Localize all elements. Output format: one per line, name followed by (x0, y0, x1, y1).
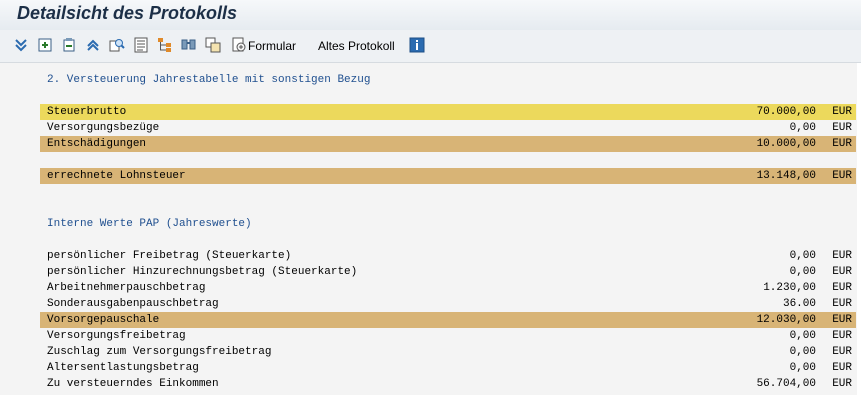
collapse-node-icon[interactable] (85, 37, 101, 53)
details-icon[interactable] (133, 37, 149, 53)
row-value: 0,00 (789, 122, 816, 134)
row-currency: EUR (832, 170, 852, 182)
row-value: 0,00 (789, 346, 816, 358)
find-next-icon[interactable] (181, 37, 197, 53)
row-currency: EUR (832, 330, 852, 342)
row-currency: EUR (832, 346, 852, 358)
row-currency: EUR (832, 362, 852, 374)
row-altersentlastungsbetrag[interactable]: Altersentlastungsbetrag 0,00 EUR (40, 360, 856, 376)
row-zu-versteuerndes-einkommen[interactable]: Zu versteuerndes Einkommen 56.704,00 EUR (40, 376, 856, 392)
formular-button[interactable]: Formular (248, 39, 296, 53)
toolbar: Formular Altes Protokoll (0, 30, 861, 63)
hierarchy-icon[interactable] (157, 37, 173, 53)
row-label: Zuschlag zum Versorgungsfreibetrag (47, 346, 272, 358)
window-title: Detailsicht des Protokolls (17, 3, 238, 23)
row-versorgungsbezuege[interactable]: Versorgungsbezüge 0,00 EUR (40, 120, 856, 136)
row-hinzurechnungsbetrag[interactable]: persönlicher Hinzurechnungsbetrag (Steue… (40, 264, 856, 280)
copy-icon[interactable] (205, 37, 221, 53)
row-label: Steuerbrutto (47, 106, 127, 118)
row-currency: EUR (832, 282, 852, 294)
collapse-all-icon[interactable] (13, 37, 29, 53)
row-vorsorgepauschale[interactable]: Vorsorgepauschale 12.030,00 EUR (40, 312, 856, 328)
row-label: Altersentlastungsbetrag (47, 362, 199, 374)
row-label: Entschädigungen (47, 138, 147, 150)
altes-protokoll-button[interactable]: Altes Protokoll (318, 39, 395, 53)
row-label: Sonderausgabenpauschbetrag (47, 298, 219, 310)
row-currency: EUR (832, 250, 852, 262)
row-steuerbrutto[interactable]: Steuerbrutto 70.000,00 EUR (40, 104, 856, 120)
row-errechnete-lohnsteuer[interactable]: errechnete Lohnsteuer 13.148,00 EUR (40, 168, 856, 184)
expand-subtree-icon[interactable] (37, 37, 53, 53)
row-value: 1.230,00 (763, 282, 816, 294)
row-currency: EUR (832, 378, 852, 390)
row-value: 0,00 (789, 250, 816, 262)
protocol-content: 2. Versteuerung Jahrestabelle mit sonsti… (0, 63, 861, 395)
row-currency: EUR (832, 314, 852, 326)
find-icon[interactable] (109, 37, 125, 53)
row-label: persönlicher Freibetrag (Steuerkarte) (47, 250, 292, 262)
section-title-pap: Interne Werte PAP (Jahreswerte) (47, 218, 252, 230)
row-currency: EUR (832, 266, 852, 278)
row-zuschlag-versorgungsfreibetrag[interactable]: Zuschlag zum Versorgungsfreibetrag 0,00 … (40, 344, 856, 360)
row-persoenlicher-freibetrag[interactable]: persönlicher Freibetrag (Steuerkarte) 0,… (40, 248, 856, 264)
row-value: 56.704,00 (756, 378, 816, 390)
row-currency: EUR (832, 298, 852, 310)
row-currency: EUR (832, 122, 852, 134)
row-value: 10.000,00 (756, 138, 816, 150)
row-label: Versorgungsbezüge (47, 122, 160, 134)
row-currency: EUR (832, 106, 852, 118)
title-bar: Detailsicht des Protokolls (0, 0, 861, 30)
info-icon[interactable] (409, 37, 425, 53)
row-value: 0,00 (789, 266, 816, 278)
row-label: Zu versteuerndes Einkommen (47, 378, 219, 390)
expand-node-icon[interactable] (61, 37, 77, 53)
row-label: Versorgungsfreibetrag (47, 330, 186, 342)
row-versorgungsfreibetrag[interactable]: Versorgungsfreibetrag 0,00 EUR (40, 328, 856, 344)
row-value: 12.030,00 (756, 314, 816, 326)
row-entschaedigungen[interactable]: Entschädigungen 10.000,00 EUR (40, 136, 856, 152)
row-value: 0,00 (789, 330, 816, 342)
row-label: Vorsorgepauschale (47, 314, 160, 326)
row-value: 36.00 (782, 298, 816, 310)
row-label: errechnete Lohnsteuer (47, 170, 186, 182)
row-value: 70.000,00 (756, 106, 816, 118)
row-label: Arbeitnehmerpauschbetrag (47, 282, 206, 294)
scroll-edge (857, 63, 861, 395)
section-title-jahrestabelle: 2. Versteuerung Jahrestabelle mit sonsti… (47, 74, 371, 86)
row-label: persönlicher Hinzurechnungsbetrag (Steue… (47, 266, 358, 278)
row-value: 0,00 (789, 362, 816, 374)
form-icon[interactable] (231, 37, 247, 53)
row-currency: EUR (832, 138, 852, 150)
row-value: 13.148,00 (756, 170, 816, 182)
row-arbeitnehmerpauschbetrag[interactable]: Arbeitnehmerpauschbetrag 1.230,00 EUR (40, 280, 856, 296)
row-sonderausgabenpauschbetrag[interactable]: Sonderausgabenpauschbetrag 36.00 EUR (40, 296, 856, 312)
